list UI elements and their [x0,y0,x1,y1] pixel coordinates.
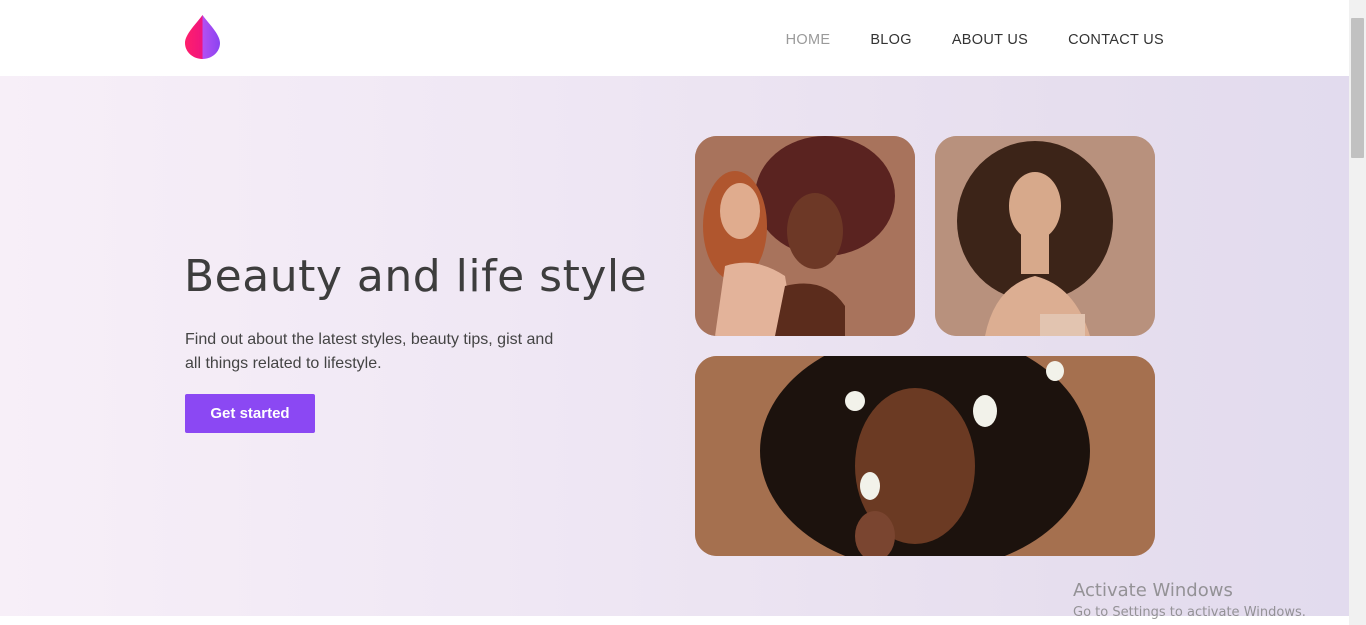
hero-subtitle: Find out about the latest styles, beauty… [185,331,554,372]
main-menu: HOME BLOG ABOUT US CONTACT US [746,31,1164,49]
curly-hair-woman-image [935,136,1155,336]
windows-activation-watermark: Activate Windows Go to Settings to activ… [1073,580,1306,624]
nav-home-link[interactable]: HOME [786,31,831,49]
hero-section: Beauty and life style Find out about the… [0,76,1349,616]
page-viewport: HOME BLOG ABOUT US CONTACT US Beauty and… [0,0,1349,625]
watermark-title: Activate Windows [1073,580,1233,601]
nav-about-link[interactable]: ABOUT US [952,31,1028,49]
top-navbar: HOME BLOG ABOUT US CONTACT US [0,0,1349,76]
woman-with-flowers-image [695,356,1155,556]
nav-blog-link[interactable]: BLOG [870,31,912,49]
nav-contact-link[interactable]: CONTACT US [1068,31,1164,49]
droplet-logo-icon[interactable] [184,14,221,60]
get-started-button[interactable]: Get started [185,394,315,433]
two-women-portrait-image [695,136,915,336]
watermark-subtitle: Go to Settings to activate Windows. [1073,605,1306,620]
hero-title: Beauty and life style [184,251,648,302]
scrollbar-thumb[interactable] [1351,18,1364,158]
